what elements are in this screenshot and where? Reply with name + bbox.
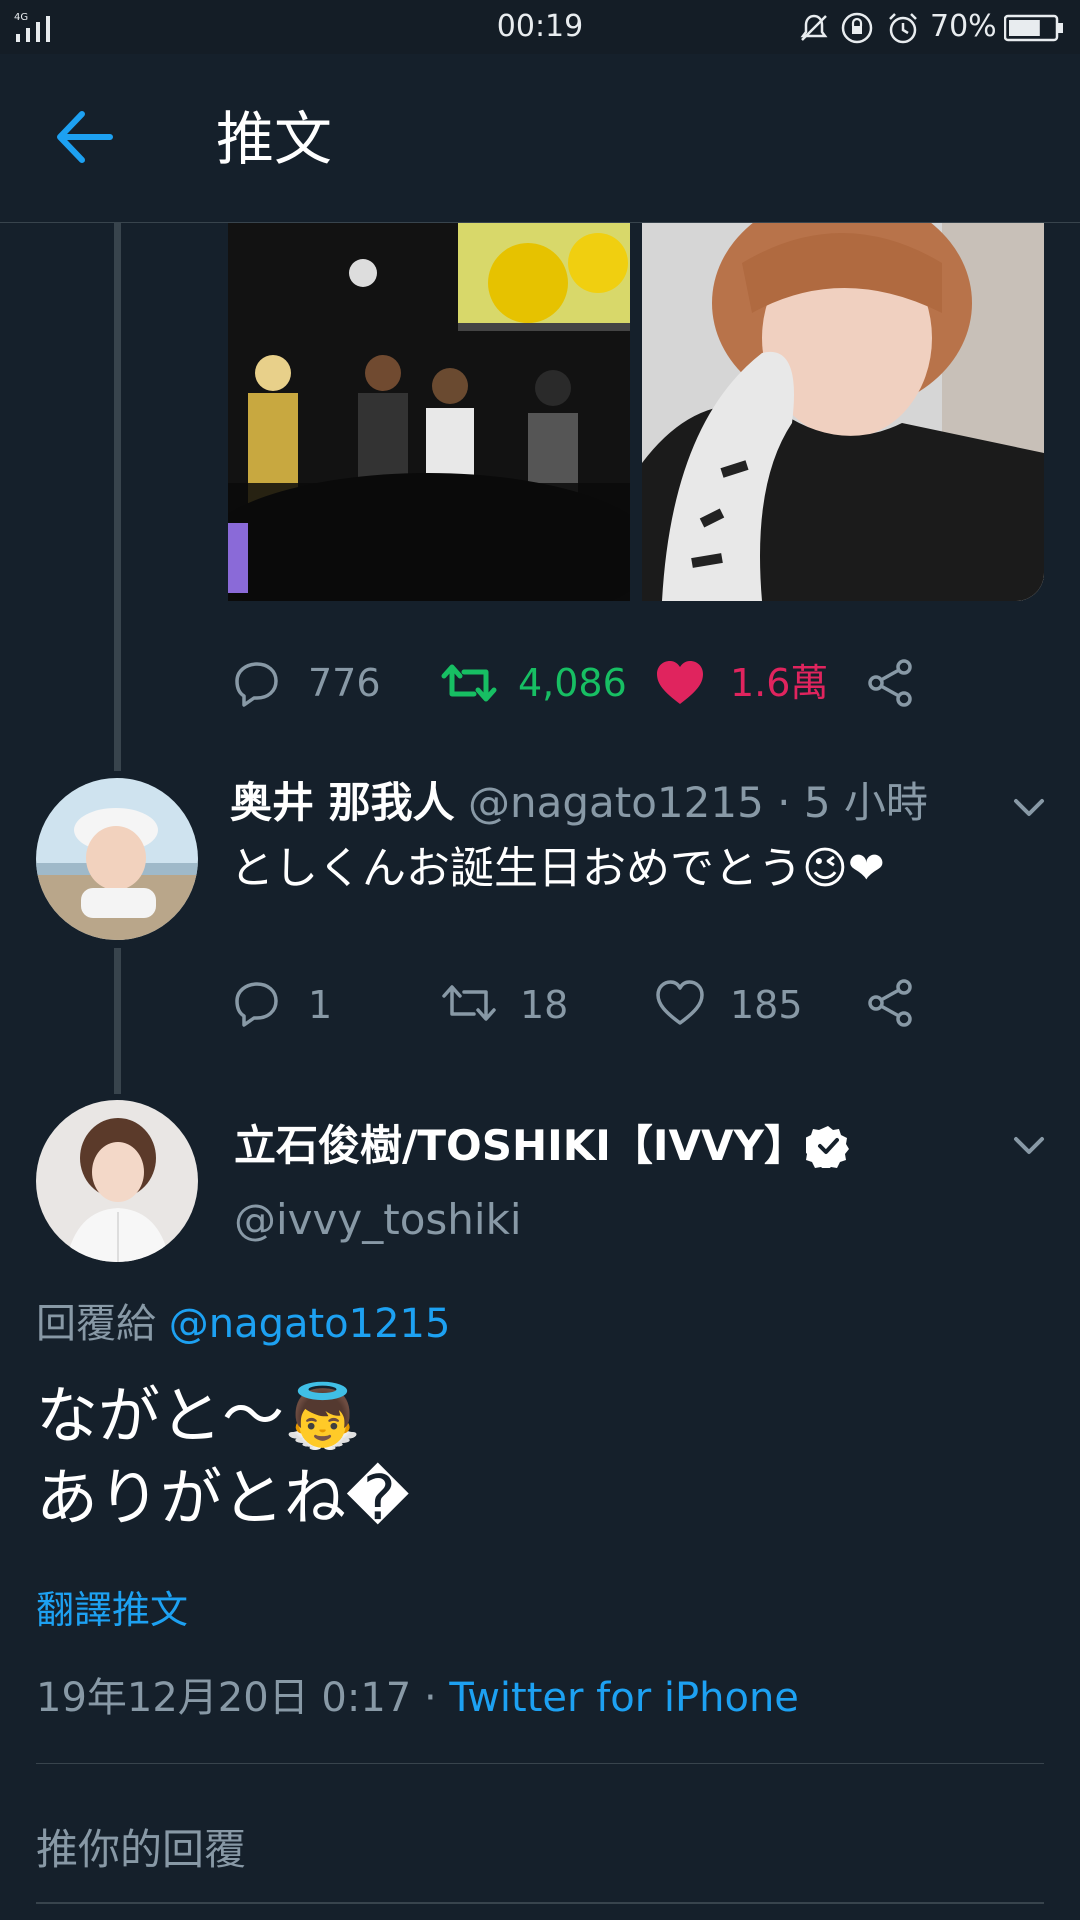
tweet-photo-selfie[interactable] — [642, 223, 1044, 601]
clock: 00:19 — [496, 9, 584, 44]
author-name[interactable]: 立石俊樹/TOSHIKI【IVVY】 — [234, 1118, 806, 1174]
tweet-photo-stage[interactable] — [228, 223, 630, 601]
like-count: 1.6萬 — [730, 661, 829, 705]
reply-input[interactable]: 推你的回覆 — [36, 1822, 246, 1878]
translate-tweet-link[interactable]: 翻譯推文 — [36, 1584, 188, 1636]
avatar[interactable] — [36, 778, 198, 940]
retweet-icon — [442, 985, 496, 1021]
retweet-count: 18 — [520, 983, 569, 1027]
retweet-icon — [441, 664, 497, 702]
like-action[interactable] — [654, 978, 706, 1028]
status-bar: 4G 00:19 70% — [0, 0, 1080, 54]
app-header: 推文 — [0, 54, 1080, 223]
tweet-options-button[interactable] — [1012, 790, 1046, 824]
tweet-text-line-1: ながと〜👼 — [36, 1379, 362, 1452]
verified-badge-icon — [806, 1124, 850, 1168]
chevron-down-icon — [1014, 799, 1044, 816]
like-count: 185 — [730, 983, 803, 1027]
share-icon — [868, 659, 912, 707]
signal-icon: 4G — [14, 10, 56, 44]
share-action[interactable] — [866, 978, 916, 1028]
chevron-down-icon — [1014, 1137, 1044, 1154]
mute-notifications-icon — [798, 12, 830, 44]
share-icon — [868, 979, 912, 1027]
tweet-source-link[interactable]: Twitter for iPhone — [449, 1675, 799, 1721]
reply-to-label: 回覆給 — [36, 1301, 156, 1347]
thread-line — [114, 223, 121, 771]
author-handle[interactable]: @ivvy_toshiki — [234, 1192, 522, 1248]
author-name[interactable]: 奥井 那我人 — [230, 778, 455, 827]
divider — [36, 1763, 1044, 1764]
reply-icon — [235, 662, 278, 707]
tweet-options-button[interactable] — [1012, 1128, 1046, 1162]
alarm-icon — [886, 11, 920, 45]
back-button[interactable] — [52, 108, 116, 166]
tweet-text: としくんお誕生日おめでとう😉❤ — [230, 843, 885, 894]
reply-input-underline — [36, 1902, 1044, 1904]
share-action[interactable] — [866, 658, 916, 708]
reply-count: 1 — [308, 983, 333, 1027]
like-action[interactable] — [654, 658, 706, 708]
tweet-text-line-2: ありがとね� — [36, 1461, 410, 1534]
retweet-count: 4,086 — [518, 661, 627, 705]
reply-action[interactable] — [232, 658, 282, 708]
network-label: 4G — [14, 12, 28, 23]
page-title: 推文 — [216, 105, 333, 173]
reply-icon — [235, 982, 278, 1027]
battery-icon — [1004, 14, 1064, 42]
retweet-action[interactable] — [440, 658, 498, 708]
reply-to-link[interactable]: @nagato1215 — [169, 1301, 451, 1347]
back-arrow-icon — [57, 111, 113, 163]
retweet-action[interactable] — [440, 978, 498, 1028]
battery-percent: 70% — [930, 9, 997, 44]
tweet-timestamp: 19年12月20日 0:17 · — [36, 1675, 437, 1721]
heart-outline-icon — [656, 980, 704, 1025]
author-handle-time: @nagato1215 · 5 小時 — [467, 778, 928, 827]
thread-line — [114, 948, 121, 1094]
heart-filled-icon — [657, 661, 703, 704]
rotation-lock-icon — [840, 11, 874, 45]
avatar[interactable] — [36, 1100, 198, 1262]
reply-count: 776 — [308, 661, 381, 705]
reply-action[interactable] — [232, 978, 282, 1028]
